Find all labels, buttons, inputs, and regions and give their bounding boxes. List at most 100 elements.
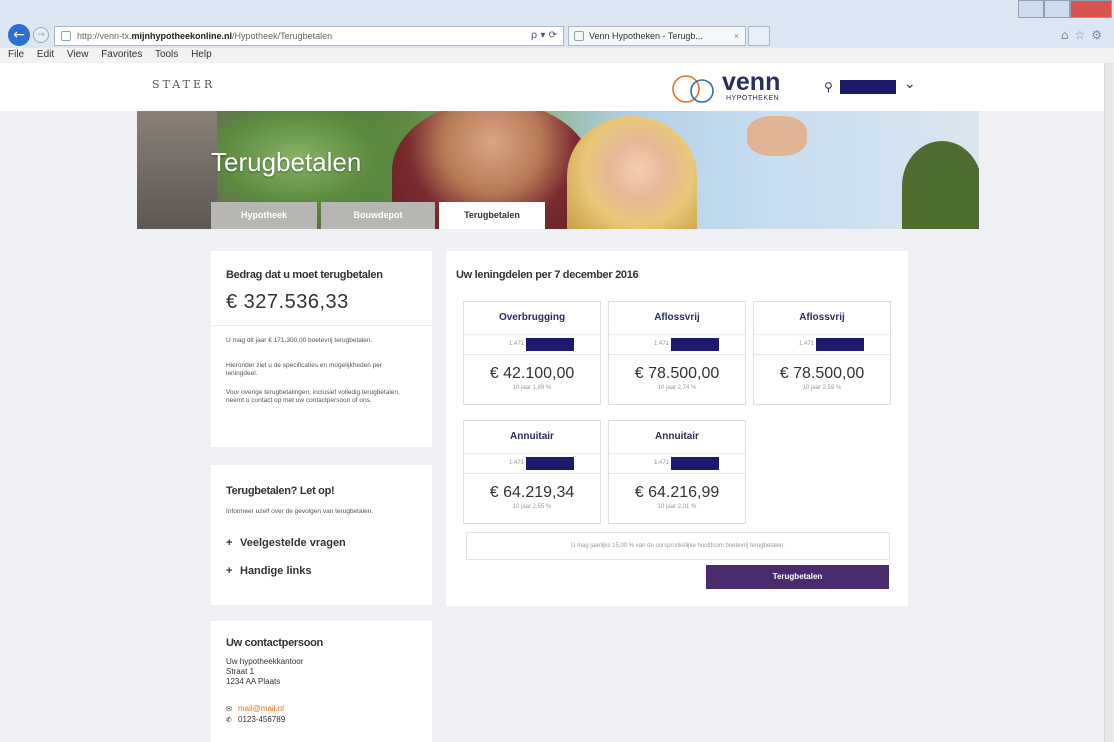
minimize-button[interactable]	[1018, 0, 1044, 18]
mail-icon: ✉	[226, 705, 232, 713]
contact-line: Straat 1	[226, 667, 255, 676]
summary-text-1: U mag dit jaar € 171.300,00 boetevrij te…	[226, 337, 373, 344]
tab-page-icon	[574, 31, 584, 41]
menu-view[interactable]: View	[67, 49, 89, 60]
loan-terms: 10 jaar 2,01 %	[657, 504, 697, 510]
loan-card[interactable]: Aflossvrij 1.471 € 78.500,00 10 jaar 2,5…	[753, 301, 891, 405]
loan-amount: € 64.219,34	[489, 484, 575, 501]
scrollbar[interactable]	[1104, 63, 1114, 742]
hero-image-woman	[567, 116, 697, 229]
new-tab-button[interactable]	[748, 26, 770, 46]
loan-code-redacted	[526, 457, 574, 470]
menu-tools[interactable]: Tools	[155, 49, 178, 60]
search-refresh-icon[interactable]: ρ ▾ ⟳	[531, 27, 557, 45]
letop-card: Terugbetalen? Let op! Informeer uzelf ov…	[211, 465, 432, 605]
contact-phone-row: ✆ 0123-456789	[226, 715, 285, 724]
page: STATER venn HYPOTHEKEN ⚲ ⌄ Terugbetalen …	[0, 63, 1114, 742]
summary-text-3: Voor overige terugbetalingen, inclusief …	[226, 389, 400, 404]
site-header: STATER venn HYPOTHEKEN ⚲ ⌄	[0, 63, 1114, 111]
loans-heading: Uw leningdelen per 7 december 2016	[456, 269, 639, 281]
person-icon[interactable]: ⚲	[824, 80, 833, 94]
loan-amount-block: € 64.216,99 10 jaar 2,01 %	[609, 473, 745, 523]
tab-bouwdepot[interactable]: Bouwdepot	[321, 202, 435, 229]
loan-card[interactable]: Aflossvrij 1.471 € 78.500,00 10 jaar 2,7…	[608, 301, 746, 405]
contact-address: Uw hypotheekkantoor Straat 1 1234 AA Pla…	[226, 657, 303, 687]
loan-code: 1.471	[754, 334, 890, 354]
brand-sub: HYPOTHEKEN	[726, 95, 780, 102]
link-veelgestelde-vragen[interactable]: + Veelgestelde vragen	[226, 537, 346, 549]
loan-name: Overbrugging	[498, 312, 566, 323]
loan-code: 1.471	[464, 453, 600, 473]
loan-code-redacted	[671, 338, 719, 351]
link-label: Veelgestelde vragen	[240, 537, 346, 549]
loan-code-prefix: 1.471	[509, 460, 525, 466]
loan-terms: 10 jaar 2,59 %	[802, 385, 842, 391]
loan-amount-block: € 78.500,00 10 jaar 2,74 %	[609, 354, 745, 404]
phone-icon: ✆	[226, 716, 232, 724]
loan-amount-block: € 42.100,00 10 jaar 1,89 %	[464, 354, 600, 404]
home-star-gear-icons[interactable]: ⌂☆⚙	[1061, 28, 1108, 42]
venn-logo-icon[interactable]	[668, 73, 724, 105]
link-handige-links[interactable]: + Handige links	[226, 565, 312, 577]
loan-amount: € 78.500,00	[634, 365, 720, 382]
letop-heading: Terugbetalen? Let op!	[226, 485, 335, 497]
url-domain: mijnhypotheekonline.nl	[131, 31, 233, 41]
loan-code-prefix: 1.471	[799, 341, 815, 347]
contact-line: 1234 AA Plaats	[226, 677, 281, 686]
url-prefix: http://venn-tx.	[77, 31, 132, 41]
tab-title: Venn Hypotheken - Terugb...	[589, 31, 703, 41]
loan-card[interactable]: Overbrugging 1.471 € 42.100,00 10 jaar 1…	[463, 301, 601, 405]
hero-banner: Terugbetalen Hypotheek Bouwdepot Terugbe…	[137, 111, 979, 229]
menu-file[interactable]: File	[8, 49, 24, 60]
summary-text-2: Hieronder ziet u de specificaties en mog…	[226, 362, 383, 377]
hero-image-hand-keys	[747, 116, 807, 156]
loan-card[interactable]: Annuitair 1.471 € 64.219,34 10 jaar 2,55…	[463, 420, 601, 524]
loan-code: 1.471	[609, 453, 745, 473]
contact-email-link[interactable]: mail@mail.nl	[238, 704, 284, 713]
loan-terms: 10 jaar 2,55 %	[512, 504, 552, 510]
plus-icon: +	[226, 565, 233, 577]
menu-edit[interactable]: Edit	[37, 49, 54, 60]
loan-amount: € 78.500,00	[779, 365, 865, 382]
chevron-down-icon[interactable]: ⌄	[904, 76, 916, 92]
loan-code-prefix: 1.471	[654, 460, 670, 466]
link-label: Handige links	[240, 565, 312, 577]
brand-name[interactable]: venn	[722, 69, 780, 95]
letop-text: Informeer uzelf over de gevolgen van ter…	[226, 508, 374, 515]
window-controls	[1018, 0, 1112, 18]
address-bar[interactable]: http://venn-tx.mijnhypotheekonline.nl/Hy…	[54, 26, 564, 46]
summary-card: Bedrag dat u moet terugbetalen € 327.536…	[211, 251, 432, 447]
page-title: Terugbetalen	[211, 147, 362, 177]
loan-name: Annuitair	[510, 431, 554, 442]
forward-arrow-icon[interactable]: →	[33, 27, 49, 43]
back-arrow-icon[interactable]: ←	[8, 24, 30, 46]
loan-amount-block: € 78.500,00 10 jaar 2,59 %	[754, 354, 890, 404]
loan-code: 1.471	[609, 334, 745, 354]
tab-terugbetalen[interactable]: Terugbetalen	[439, 202, 545, 229]
menu-help[interactable]: Help	[191, 49, 212, 60]
loan-code-redacted	[816, 338, 864, 351]
loan-code-redacted	[526, 338, 574, 351]
stater-logo[interactable]: STATER	[152, 78, 215, 91]
contact-phone[interactable]: 0123-456789	[238, 715, 285, 724]
plus-icon: +	[226, 537, 233, 549]
loan-code-prefix: 1.471	[654, 341, 670, 347]
tab-hypotheek[interactable]: Hypotheek	[211, 202, 317, 229]
user-name-redacted[interactable]	[840, 80, 896, 94]
menu-favorites[interactable]: Favorites	[101, 49, 142, 60]
loan-code-redacted	[671, 457, 719, 470]
browser-chrome: ← → http://venn-tx.mijnhypotheekonline.n…	[0, 0, 1114, 62]
loan-name: Annuitair	[655, 431, 699, 442]
contact-card: Uw contactpersoon Uw hypotheekkantoor St…	[211, 621, 432, 742]
browser-tab[interactable]: Venn Hypotheken - Terugb... ×	[568, 26, 746, 46]
loan-name: Aflossvrij	[654, 312, 700, 323]
tab-close-icon[interactable]: ×	[734, 27, 739, 45]
maximize-button[interactable]	[1044, 0, 1070, 18]
divider	[211, 325, 432, 326]
hero-image-house	[137, 111, 217, 229]
hero-image-tree	[902, 141, 979, 229]
loan-card[interactable]: Annuitair 1.471 € 64.216,99 10 jaar 2,01…	[608, 420, 746, 524]
contact-heading: Uw contactpersoon	[226, 637, 323, 649]
close-window-button[interactable]	[1070, 0, 1112, 18]
terugbetalen-button[interactable]: Terugbetalen	[706, 565, 889, 589]
